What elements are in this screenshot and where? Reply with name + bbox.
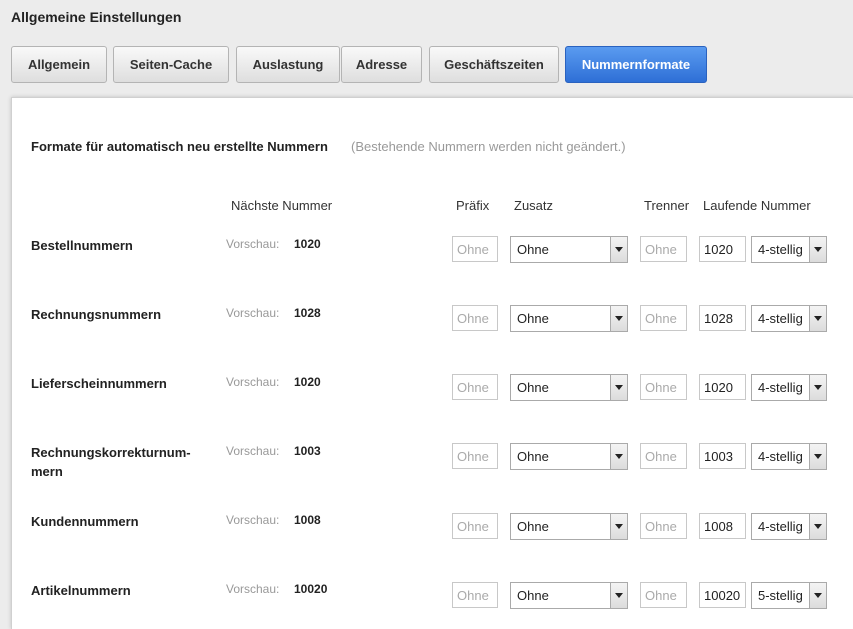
digits-select-value: 4-stellig: [758, 519, 803, 534]
chevron-down-icon: [610, 583, 627, 608]
chevron-down-icon: [809, 306, 826, 331]
running-number-input[interactable]: 1020: [699, 374, 746, 400]
running-number-input[interactable]: 1003: [699, 443, 746, 469]
preview-value: 1003: [294, 444, 321, 458]
suffix-select[interactable]: Ohne: [510, 374, 628, 401]
suffix-select-value: Ohne: [517, 242, 549, 257]
preview-value: 1020: [294, 375, 321, 389]
column-header-next: Nächste Nummer: [231, 198, 333, 213]
running-number-input[interactable]: 1020: [699, 236, 746, 262]
tab-adresse[interactable]: Adresse: [341, 46, 422, 83]
tab-seiten-cache[interactable]: Seiten-Cache: [113, 46, 229, 83]
suffix-select-value: Ohne: [517, 311, 549, 326]
preview-label: Vorschau:: [226, 237, 280, 251]
preview-label: Vorschau:: [226, 582, 280, 596]
tab-nummernformate[interactable]: Nummernformate: [565, 46, 707, 83]
row-label-lieferscheinnummern: Lieferscheinnummern: [31, 376, 167, 391]
tab-auslastung[interactable]: Auslastung: [236, 46, 340, 83]
separator-input[interactable]: Ohne: [640, 236, 687, 262]
row-label-kundennummern: Kundennummern: [31, 514, 139, 529]
chevron-down-icon: [610, 237, 627, 262]
prefix-input[interactable]: Ohne: [452, 236, 498, 262]
separator-input[interactable]: Ohne: [640, 374, 687, 400]
suffix-select-value: Ohne: [517, 380, 549, 395]
digits-select-value: 4-stellig: [758, 380, 803, 395]
suffix-select[interactable]: Ohne: [510, 236, 628, 263]
row-label-artikelnummern: Artikelnummern: [31, 583, 131, 598]
suffix-select[interactable]: Ohne: [510, 305, 628, 332]
digits-select[interactable]: 4-stellig: [751, 305, 827, 332]
preview-label: Vorschau:: [226, 306, 280, 320]
column-header-prefix: Präfix: [456, 198, 490, 213]
chevron-down-icon: [610, 306, 627, 331]
chevron-down-icon: [610, 514, 627, 539]
digits-select-value: 5-stellig: [758, 588, 803, 603]
column-header-separator: Trenner: [644, 198, 690, 213]
prefix-input[interactable]: Ohne: [452, 305, 498, 331]
prefix-input[interactable]: Ohne: [452, 513, 498, 539]
chevron-down-icon: [809, 444, 826, 469]
chevron-down-icon: [809, 514, 826, 539]
running-number-input[interactable]: 10020: [699, 582, 746, 608]
digits-select[interactable]: 4-stellig: [751, 374, 827, 401]
separator-input[interactable]: Ohne: [640, 443, 687, 469]
preview-label: Vorschau:: [226, 375, 280, 389]
running-number-input[interactable]: 1008: [699, 513, 746, 539]
digits-select[interactable]: 4-stellig: [751, 236, 827, 263]
digits-select[interactable]: 4-stellig: [751, 443, 827, 470]
column-header-suffix: Zusatz: [514, 198, 554, 213]
column-header-running: Laufende Nummer: [703, 198, 811, 213]
page-title: Allgemeine Einstellungen: [11, 9, 182, 25]
preview-label: Vorschau:: [226, 444, 280, 458]
digits-select[interactable]: 5-stellig: [751, 582, 827, 609]
section-heading: Formate für automatisch neu erstellte Nu…: [31, 139, 328, 154]
row-label-line: mern: [31, 464, 63, 479]
digits-select-value: 4-stellig: [758, 242, 803, 257]
digits-select-value: 4-stellig: [758, 449, 803, 464]
digits-select[interactable]: 4-stellig: [751, 513, 827, 540]
chevron-down-icon: [809, 583, 826, 608]
chevron-down-icon: [809, 375, 826, 400]
preview-value: 10020: [294, 582, 328, 596]
digits-select-value: 4-stellig: [758, 311, 803, 326]
preview-value: 1020: [294, 237, 321, 251]
running-number-input[interactable]: 1028: [699, 305, 746, 331]
row-label-rechnungsnummern: Rechnungsnummern: [31, 307, 162, 322]
suffix-select[interactable]: Ohne: [510, 513, 628, 540]
preview-label: Vorschau:: [226, 513, 280, 527]
preview-value: 1008: [294, 513, 321, 527]
tab-geschaeftszeiten[interactable]: Geschäftszeiten: [429, 46, 559, 83]
separator-input[interactable]: Ohne: [640, 305, 687, 331]
row-label-rechnungskorrekturnummern: Rechnungskorrekturnum- mern: [31, 443, 221, 481]
prefix-input[interactable]: Ohne: [452, 443, 498, 469]
row-label-bestellnummern: Bestellnummern: [31, 238, 133, 253]
separator-input[interactable]: Ohne: [640, 513, 687, 539]
row-label-line: Rechnungskorrekturnum-: [31, 445, 191, 460]
section-note: (Bestehende Nummern werden nicht geänder…: [351, 139, 626, 154]
prefix-input[interactable]: Ohne: [452, 582, 498, 608]
suffix-select-value: Ohne: [517, 588, 549, 603]
suffix-select[interactable]: Ohne: [510, 443, 628, 470]
separator-input[interactable]: Ohne: [640, 582, 687, 608]
prefix-input[interactable]: Ohne: [452, 374, 498, 400]
chevron-down-icon: [809, 237, 826, 262]
preview-value: 1028: [294, 306, 321, 320]
suffix-select[interactable]: Ohne: [510, 582, 628, 609]
chevron-down-icon: [610, 375, 627, 400]
suffix-select-value: Ohne: [517, 449, 549, 464]
tab-allgemein[interactable]: Allgemein: [11, 46, 107, 83]
chevron-down-icon: [610, 444, 627, 469]
suffix-select-value: Ohne: [517, 519, 549, 534]
settings-panel: [11, 97, 853, 629]
